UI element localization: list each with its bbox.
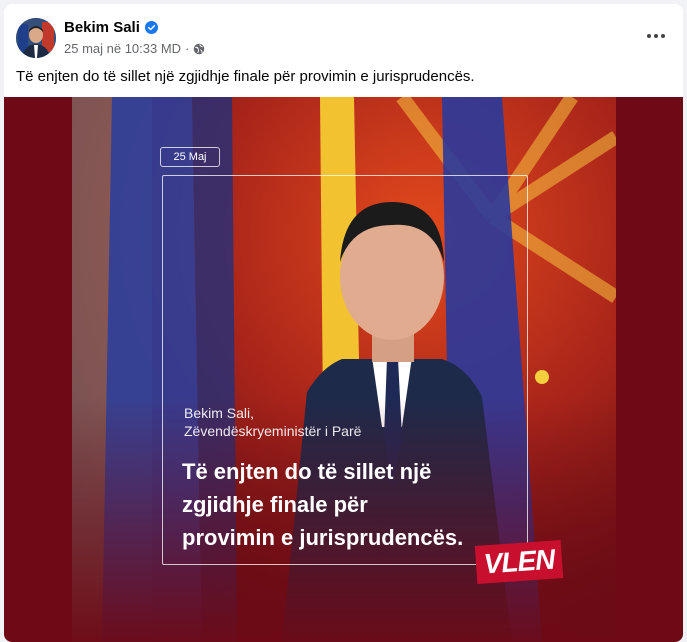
image-date-label: 25 Maj bbox=[160, 147, 220, 167]
image-speaker-info: Bekim Sali, Zëvendëskryeministër i Parë bbox=[184, 404, 361, 440]
speaker-name: Bekim Sali, bbox=[184, 405, 255, 421]
image-quote: Të enjten do të sillet një zgjidhje fina… bbox=[182, 455, 512, 554]
more-options-icon[interactable] bbox=[641, 24, 671, 48]
post-image[interactable]: 25 Maj Bekim Sali, Zëvendëskryeministër … bbox=[4, 97, 683, 642]
post-timestamp[interactable]: 25 maj në 10:33 MD bbox=[64, 41, 181, 56]
verified-badge-icon bbox=[144, 21, 158, 34]
quote-line-1: Të enjten do të sillet një bbox=[182, 459, 432, 484]
post-meta: 25 maj në 10:33 MD · bbox=[64, 41, 205, 56]
quote-line-2: zgjidhje finale për bbox=[182, 492, 368, 517]
post-caption: Të enjten do të sillet një zgjidhje fina… bbox=[16, 68, 475, 85]
post-card: Bekim Sali 25 maj në 10:33 MD · Të enjte… bbox=[4, 4, 683, 642]
globe-icon[interactable] bbox=[193, 43, 205, 55]
author-name-text[interactable]: Bekim Sali bbox=[64, 19, 140, 36]
vlen-logo: VLEN bbox=[474, 540, 564, 584]
quote-line-3: provimin e jurisprudencës. bbox=[182, 525, 464, 550]
speaker-title: Zëvendëskryeministër i Parë bbox=[184, 423, 362, 439]
post-header: Bekim Sali 25 maj në 10:33 MD · bbox=[4, 4, 683, 66]
meta-separator: · bbox=[185, 41, 190, 56]
author-avatar[interactable] bbox=[16, 18, 56, 58]
author-name[interactable]: Bekim Sali bbox=[64, 19, 158, 36]
